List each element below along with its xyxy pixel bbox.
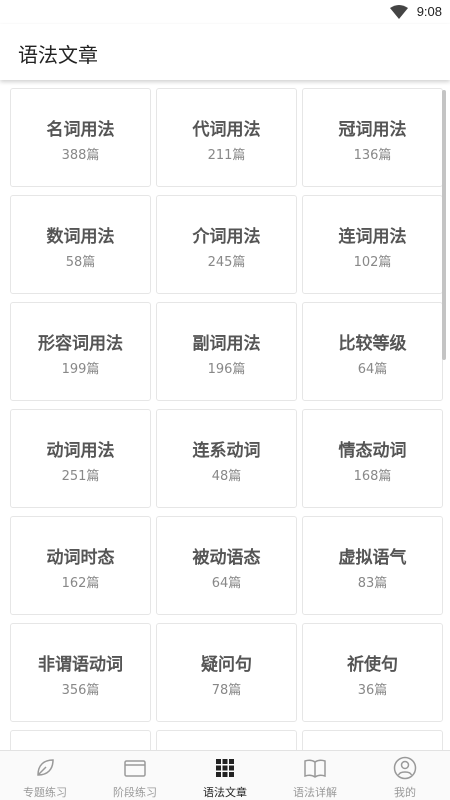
user-icon bbox=[393, 756, 417, 780]
category-tile[interactable] bbox=[10, 730, 151, 750]
category-name: 动词用法 bbox=[46, 441, 115, 461]
category-name: 数词用法 bbox=[46, 227, 115, 247]
category-name: 动词时态 bbox=[46, 548, 115, 568]
category-count: 58篇 bbox=[65, 255, 96, 270]
category-count: 102篇 bbox=[353, 255, 392, 270]
category-tile[interactable]: 副词用法 196篇 bbox=[156, 302, 297, 401]
category-count: 64篇 bbox=[357, 362, 388, 377]
category-name: 冠词用法 bbox=[338, 120, 407, 140]
category-count: 245篇 bbox=[207, 255, 246, 270]
category-count: 196篇 bbox=[207, 362, 246, 377]
category-name: 比较等级 bbox=[338, 334, 407, 354]
category-tile[interactable]: 数词用法 58篇 bbox=[10, 195, 151, 294]
category-tile[interactable]: 连词用法 102篇 bbox=[302, 195, 443, 294]
category-name: 虚拟语气 bbox=[338, 548, 407, 568]
category-count: 356篇 bbox=[61, 683, 100, 698]
category-count: 136篇 bbox=[353, 148, 392, 163]
category-grid-area[interactable]: 名词用法 388篇 代词用法 211篇 冠词用法 136篇 数词用法 58篇 介词用法 245篇连… bbox=[0, 80, 450, 750]
category-count: 211篇 bbox=[207, 148, 246, 163]
nav-label: 语法文章 bbox=[203, 786, 247, 799]
category-name: 连词用法 bbox=[338, 227, 407, 247]
folder-icon bbox=[124, 760, 146, 777]
category-count: 48篇 bbox=[211, 469, 242, 484]
book-icon bbox=[304, 759, 326, 778]
nav-item-grammar-details[interactable]: 语法详解 bbox=[270, 751, 360, 800]
category-count: 64篇 bbox=[211, 576, 242, 591]
nav-item-grammar-articles[interactable]: 语法文章 bbox=[180, 751, 270, 800]
category-tile[interactable]: 非谓语动词 356篇 bbox=[10, 623, 151, 722]
category-tile[interactable]: 祈使句 36篇 bbox=[302, 623, 443, 722]
category-count: 388篇 bbox=[61, 148, 100, 163]
nav-item-stage-practice[interactable]: 阶段练习 bbox=[90, 751, 180, 800]
leaf-icon bbox=[37, 759, 54, 776]
status-time: 9:08 bbox=[416, 4, 442, 19]
category-count: 251篇 bbox=[61, 469, 100, 484]
nav-label: 专题练习 bbox=[23, 786, 67, 799]
bottom-nav: 专题练习 阶段练习 语法文章 语法详解 我的 bbox=[0, 750, 450, 800]
category-count: 36篇 bbox=[357, 683, 388, 698]
category-tile[interactable]: 情态动词 168篇 bbox=[302, 409, 443, 508]
nav-label: 阶段练习 bbox=[113, 786, 157, 799]
category-tile[interactable]: 虚拟语气 83篇 bbox=[302, 516, 443, 615]
category-tile[interactable]: 动词时态 162篇 bbox=[10, 516, 151, 615]
category-name: 副词用法 bbox=[192, 334, 261, 354]
category-tile[interactable]: 疑问句 78篇 bbox=[156, 623, 297, 722]
category-tile[interactable]: 动词用法 251篇 bbox=[10, 409, 151, 508]
nav-item-topic-practice[interactable]: 专题练习 bbox=[0, 751, 90, 800]
category-count: 78篇 bbox=[211, 683, 242, 698]
category-tile[interactable]: 形容词用法 199篇 bbox=[10, 302, 151, 401]
category-count: 168篇 bbox=[353, 469, 392, 484]
category-name: 疑问句 bbox=[201, 655, 252, 675]
category-tile[interactable]: 介词用法 245篇 bbox=[156, 195, 297, 294]
category-tile[interactable]: 名词用法 388篇 bbox=[10, 88, 151, 187]
category-tile[interactable]: 比较等级 64篇 bbox=[302, 302, 443, 401]
category-name: 非谓语动词 bbox=[38, 655, 123, 675]
category-name: 代词用法 bbox=[192, 120, 261, 140]
grid-icon bbox=[216, 759, 234, 777]
category-name: 祈使句 bbox=[347, 655, 398, 675]
page-title: 语法文章 bbox=[18, 43, 98, 67]
category-grid: 名词用法 388篇 代词用法 211篇 冠词用法 136篇 数词用法 58篇 介词用法 245篇连… bbox=[10, 88, 444, 750]
category-count: 83篇 bbox=[357, 576, 388, 591]
nav-label: 语法详解 bbox=[293, 786, 337, 799]
category-tile[interactable] bbox=[156, 730, 297, 750]
category-tile[interactable]: 连系动词 48篇 bbox=[156, 409, 297, 508]
category-tile[interactable]: 代词用法 211篇 bbox=[156, 88, 297, 187]
category-tile[interactable]: 被动语态 64篇 bbox=[156, 516, 297, 615]
scrollbar[interactable] bbox=[442, 90, 446, 360]
category-name: 名词用法 bbox=[46, 120, 115, 140]
nav-item-mine[interactable]: 我的 bbox=[360, 751, 450, 800]
app-bar: 语法文章 bbox=[0, 24, 450, 80]
nav-label: 我的 bbox=[394, 786, 416, 799]
category-count: 162篇 bbox=[61, 576, 100, 591]
category-name: 介词用法 bbox=[192, 227, 261, 247]
wifi-icon bbox=[390, 5, 408, 19]
category-name: 形容词用法 bbox=[38, 334, 123, 354]
category-tile[interactable] bbox=[302, 730, 443, 750]
category-name: 连系动词 bbox=[192, 441, 261, 461]
category-count: 199篇 bbox=[61, 362, 100, 377]
category-name: 被动语态 bbox=[192, 548, 261, 568]
status-bar: 9:08 bbox=[0, 0, 450, 24]
category-tile[interactable]: 冠词用法 136篇 bbox=[302, 88, 443, 187]
category-name: 情态动词 bbox=[338, 441, 407, 461]
